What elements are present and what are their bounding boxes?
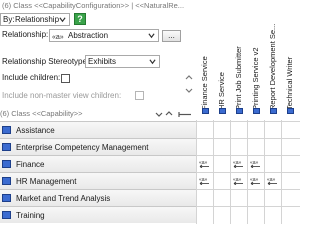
svg-text:«a»: «a» [199,160,208,166]
column-header[interactable]: HR Service [214,36,227,112]
column-header-label: Finance Service [200,56,209,110]
column-header[interactable]: Finance Service [197,36,210,112]
column-header[interactable]: Printing Service v2 [248,36,261,112]
scroll-up-icon[interactable] [185,74,193,82]
configuration-header: (6) Class <<CapabilityConfiguration>> | … [2,1,185,10]
rows-header: (6) Class <<Capability>> [0,109,83,118]
class-icon [270,108,277,114]
abstraction-mark-icon[interactable]: «a» [199,176,210,185]
class-icon [219,108,226,114]
row-header-label: Training [16,211,45,220]
row-header[interactable]: Assistance [0,121,196,138]
chevron-down-icon [149,59,156,65]
abstraction-mark-icon[interactable]: «a» [267,176,278,185]
column-header-label: Printing Service v2 [251,47,260,110]
row-header-label: Enterprise Competency Management [16,143,149,152]
column-header[interactable]: Report Development Se... [265,24,278,112]
column-header[interactable]: Technical Writer [282,36,295,112]
by-label: By: [3,15,15,24]
relationship-value: Abstraction [68,31,109,40]
sort-up-icon[interactable] [165,110,173,118]
svg-text:«a»: «a» [52,34,64,41]
svg-text:«a»: «a» [199,177,208,183]
abstraction-mark-icon[interactable]: «a» [233,159,244,168]
abstraction-mark-icon[interactable]: «a» [250,176,261,185]
class-icon [2,177,11,185]
row-header[interactable]: Enterprise Competency Management [0,138,196,155]
relationship-label: Relationship: [2,30,49,39]
by-value: Relationship [15,15,60,24]
chevron-down-icon [148,33,155,39]
column-header-label: Report Development Se... [268,23,277,110]
class-icon [2,211,11,219]
row-header-label: Finance [16,160,45,169]
stereotype-label: Relationship Stereotype: [2,57,90,66]
class-icon [253,108,260,114]
class-icon [236,108,243,114]
class-icon [287,108,294,114]
svg-text:«a»: «a» [250,160,259,166]
class-icon [202,108,209,114]
abstraction-mark-icon[interactable]: «a» [233,176,244,185]
collapse-icon[interactable] [178,110,192,119]
grid-line [196,138,300,139]
column-header-label: HR Service [217,72,226,110]
include-non-master-label: Include non-master view children: [2,91,122,100]
scroll-down-icon[interactable] [185,86,193,94]
relationship-dropdown[interactable]: «a» Abstraction [49,29,159,42]
row-header[interactable]: Market and Trend Analysis [0,189,196,206]
chevron-down-icon [59,17,66,23]
row-header[interactable]: Training [0,206,196,223]
grid-line [196,206,300,207]
row-header[interactable]: Finance [0,155,196,172]
relationship-browse-button[interactable]: ... [162,30,181,42]
svg-text:«a»: «a» [233,160,242,166]
column-header-label: Print Job Submitter [234,46,243,110]
include-non-master-checkbox[interactable] [135,91,144,100]
stereotype-value: Exhibits [88,57,117,66]
svg-text:«a»: «a» [233,177,242,183]
row-header-label: Market and Trend Analysis [16,194,111,203]
column-header-label: Technical Writer [285,56,294,110]
class-icon [2,160,11,168]
class-icon [2,194,11,202]
abstraction-mark-icon[interactable]: «a» [250,159,261,168]
include-children-label: Include children: [2,73,61,82]
grid-line [196,155,300,156]
grid-line [196,121,300,122]
by-dropdown[interactable]: By: Relationship [0,13,70,26]
include-children-checkbox[interactable] [61,74,70,83]
stereotype-dropdown[interactable]: Exhibits [85,55,160,68]
grid-line [196,189,300,190]
sort-down-icon[interactable] [155,110,163,118]
svg-text:«a»: «a» [267,177,276,183]
class-icon [2,143,11,151]
abstraction-icon: «a» [52,34,64,41]
row-header-label: Assistance [16,126,55,135]
column-header[interactable]: Print Job Submitter [231,36,244,112]
row-header[interactable]: HR Management [0,172,196,189]
svg-text:«a»: «a» [250,177,259,183]
class-icon [2,126,11,134]
grid-line [196,172,300,173]
help-icon[interactable]: ? [74,13,86,25]
abstraction-mark-icon[interactable]: «a» [199,159,210,168]
row-header-label: HR Management [16,177,77,186]
